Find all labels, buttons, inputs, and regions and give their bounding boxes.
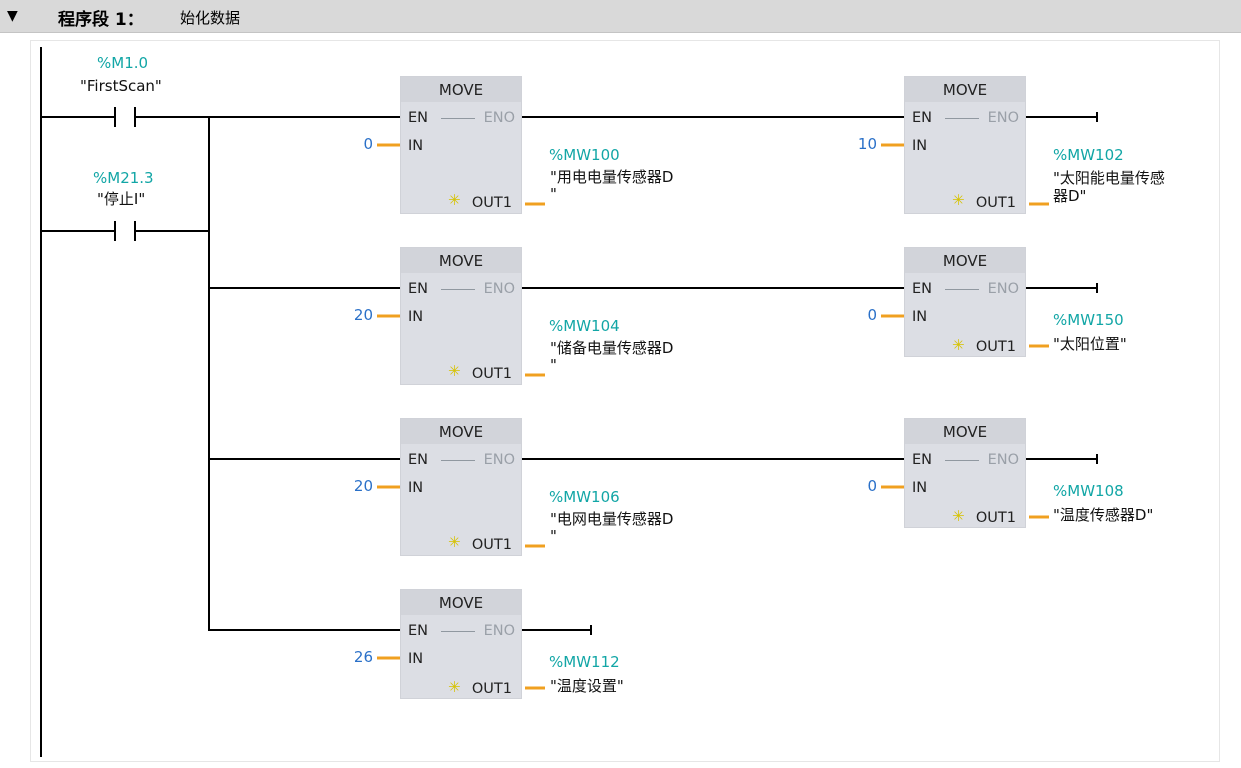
out-pin: OUT1 — [975, 510, 1016, 526]
ladder-editor[interactable]: %M1.0 "FirstScan" %M21.3 "停止I" MOVE EN E… — [30, 40, 1220, 762]
in-value[interactable]: 20 — [354, 306, 373, 325]
block-title: MOVE — [905, 419, 1025, 444]
en-eno-line — [945, 118, 979, 119]
out-pin: OUT1 — [471, 681, 512, 697]
add-pin-icon[interactable]: ✳ — [952, 507, 965, 525]
en-eno-line — [441, 631, 475, 632]
block-title: MOVE — [401, 590, 521, 615]
block-title: MOVE — [401, 419, 521, 444]
en-pin: EN — [408, 110, 429, 126]
in-value[interactable]: 26 — [354, 648, 373, 667]
in-pin: IN — [408, 309, 424, 325]
eno-pin: ENO — [483, 281, 515, 297]
out-symbol[interactable]: "用电电量传感器D " — [550, 169, 673, 203]
eno-pin: ENO — [483, 110, 515, 126]
en-eno-line — [945, 289, 979, 290]
out-pin: OUT1 — [975, 195, 1016, 211]
out-symbol[interactable]: "温度传感器D" — [1053, 506, 1153, 525]
en-pin: EN — [912, 110, 933, 126]
contact-symbol: "停止I" — [97, 190, 146, 208]
block-title: MOVE — [401, 248, 521, 273]
en-pin: EN — [408, 281, 429, 297]
in-value[interactable]: 0 — [363, 135, 373, 154]
en-eno-line — [441, 460, 475, 461]
out-address[interactable]: %MW106 — [549, 488, 620, 507]
out-pin: OUT1 — [975, 339, 1016, 355]
en-pin: EN — [408, 623, 429, 639]
eno-pin: ENO — [987, 452, 1019, 468]
block-title: MOVE — [905, 77, 1025, 102]
en-eno-line — [945, 460, 979, 461]
out-address[interactable]: %MW104 — [549, 317, 620, 336]
en-pin: EN — [408, 452, 429, 468]
network-header[interactable]: ▼ 程序段 1： 始化数据 — [0, 0, 1241, 33]
add-pin-icon[interactable]: ✳ — [448, 362, 461, 380]
add-pin-icon[interactable]: ✳ — [952, 336, 965, 354]
eno-pin: ENO — [987, 281, 1019, 297]
out-symbol[interactable]: "温度设置" — [550, 677, 624, 696]
out-address[interactable]: %MW100 — [549, 146, 620, 165]
network-title: 程序段 1： — [58, 10, 144, 30]
out-address[interactable]: %MW102 — [1053, 146, 1124, 165]
eno-pin: ENO — [987, 110, 1019, 126]
contact-address: %M21.3 — [93, 169, 154, 187]
en-eno-line — [441, 289, 475, 290]
out-symbol[interactable]: "太阳能电量传感 器D" — [1053, 169, 1165, 205]
eno-pin: ENO — [483, 623, 515, 639]
move-block[interactable]: MOVE EN ENO IN ✳ OUT1 — [400, 418, 522, 556]
move-block[interactable]: MOVE EN ENO IN ✳ OUT1 — [400, 247, 522, 385]
en-pin: EN — [912, 281, 933, 297]
triangle-down-icon[interactable]: ▼ — [7, 8, 18, 24]
move-block[interactable]: MOVE EN ENO IN ✳ OUT1 — [904, 76, 1026, 214]
in-pin: IN — [912, 309, 928, 325]
out-symbol[interactable]: "电网电量传感器D " — [550, 511, 673, 545]
in-pin: IN — [408, 138, 424, 154]
out-address[interactable]: %MW150 — [1053, 311, 1124, 330]
move-block[interactable]: MOVE EN ENO IN ✳ OUT1 — [400, 589, 522, 699]
move-block[interactable]: MOVE EN ENO IN ✳ OUT1 — [904, 418, 1026, 528]
out-address[interactable]: %MW108 — [1053, 482, 1124, 501]
contact-address: %M1.0 — [97, 54, 149, 72]
block-title: MOVE — [401, 77, 521, 102]
en-pin: EN — [912, 452, 933, 468]
in-pin: IN — [408, 480, 424, 496]
out-pin: OUT1 — [471, 537, 512, 553]
add-pin-icon[interactable]: ✳ — [952, 191, 965, 209]
en-eno-line — [441, 118, 475, 119]
out-symbol[interactable]: "太阳位置" — [1053, 335, 1127, 354]
in-value[interactable]: 20 — [354, 477, 373, 496]
in-pin: IN — [408, 651, 424, 667]
in-value[interactable]: 10 — [858, 135, 877, 154]
move-block[interactable]: MOVE EN ENO IN ✳ OUT1 — [400, 76, 522, 214]
network-comment[interactable]: 始化数据 — [180, 7, 240, 28]
in-value[interactable]: 0 — [867, 477, 877, 496]
block-title: MOVE — [905, 248, 1025, 273]
contact-symbol: "FirstScan" — [80, 77, 162, 95]
in-pin: IN — [912, 480, 928, 496]
out-pin: OUT1 — [471, 366, 512, 382]
out-pin: OUT1 — [471, 195, 512, 211]
add-pin-icon[interactable]: ✳ — [448, 678, 461, 696]
in-value[interactable]: 0 — [867, 306, 877, 325]
add-pin-icon[interactable]: ✳ — [448, 191, 461, 209]
add-pin-icon[interactable]: ✳ — [448, 533, 461, 551]
ladder-wires — [40, 47, 1098, 757]
eno-pin: ENO — [483, 452, 515, 468]
out-address[interactable]: %MW112 — [549, 653, 620, 672]
in-pin: IN — [912, 138, 928, 154]
out-symbol[interactable]: "储备电量传感器D " — [550, 340, 673, 374]
move-block[interactable]: MOVE EN ENO IN ✳ OUT1 — [904, 247, 1026, 357]
